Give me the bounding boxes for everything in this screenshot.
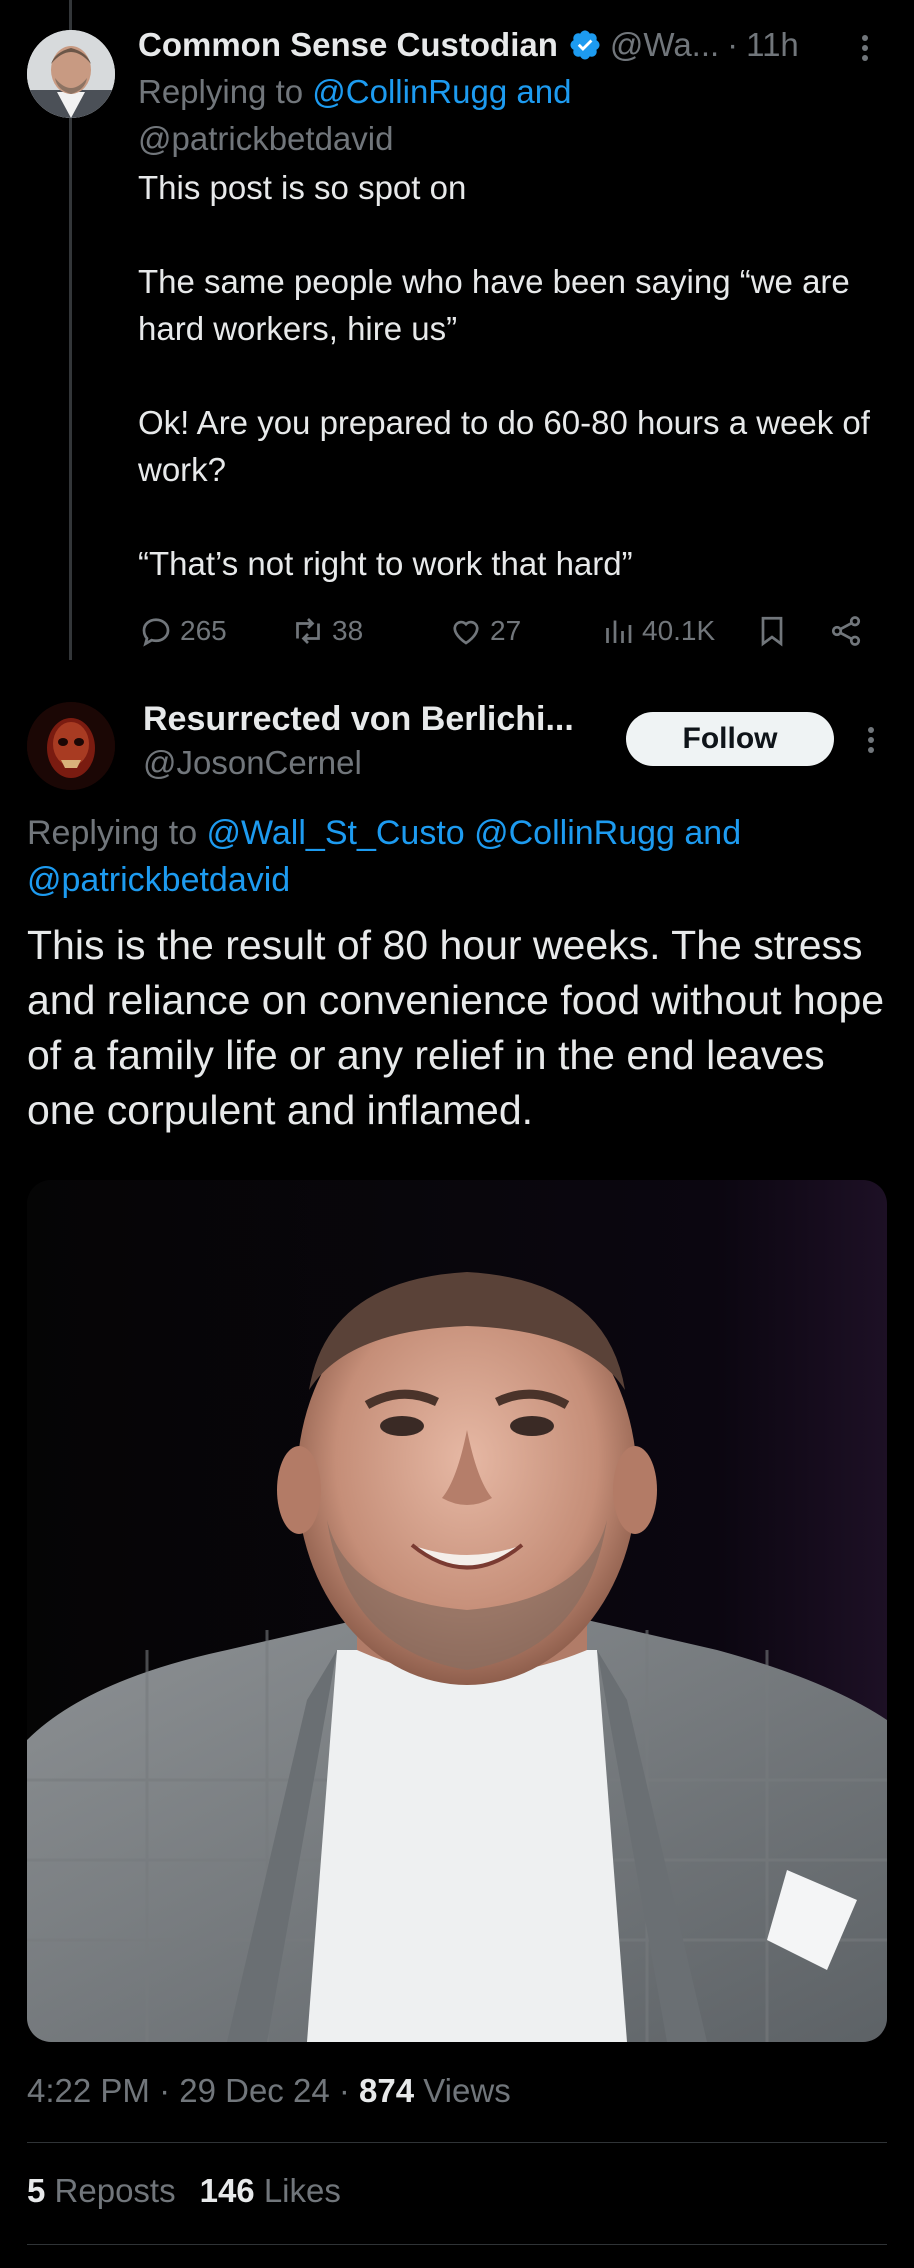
- like-button[interactable]: 27: [448, 606, 521, 656]
- replying-prefix: Replying to: [138, 73, 313, 110]
- reply-icon: [142, 618, 170, 647]
- repost-icon: [296, 618, 320, 644]
- reply-button[interactable]: 265: [138, 606, 227, 656]
- likes-stat[interactable]: 146 Likes: [200, 2172, 341, 2209]
- share-icon: [831, 616, 861, 646]
- verified-badge-icon[interactable]: [568, 28, 602, 62]
- replying-to: Replying to @CollinRugg and: [138, 68, 878, 115]
- display-name[interactable]: Common Sense Custodian: [138, 26, 558, 64]
- likes-label: Likes: [263, 2172, 341, 2209]
- tweet-paragraph: The same people who have been saying “we…: [138, 263, 850, 347]
- replying-to: Replying to @Wall_St_Custo @CollinRugg a…: [27, 810, 887, 904]
- photo-of-man: [27, 1180, 887, 2042]
- reply-count: 265: [180, 615, 227, 646]
- replying-handles-link[interactable]: @CollinRugg and: [312, 73, 571, 110]
- likes-count: 146: [199, 2172, 255, 2209]
- replying-handles-link-2[interactable]: @patrickbetdavid: [138, 115, 878, 162]
- tweet-actions-bar: 265 38 27 40.1K: [138, 606, 878, 656]
- more-icon: [862, 35, 868, 61]
- views-count: 874: [359, 2072, 415, 2109]
- tweet-text: This post is so spot on The same people …: [138, 164, 878, 587]
- tweet-date[interactable]: 29 Dec 24: [179, 2072, 329, 2109]
- handle[interactable]: @Wa...: [610, 26, 719, 64]
- views-icon: [606, 620, 632, 643]
- repost-count: 38: [332, 615, 364, 646]
- separator: ·: [727, 26, 739, 63]
- bookmark-button[interactable]: [754, 606, 796, 656]
- views-label: Views: [423, 2072, 511, 2109]
- more-icon: [868, 727, 874, 753]
- follow-button[interactable]: Follow: [626, 712, 834, 766]
- repost-button[interactable]: 38: [290, 606, 363, 656]
- views-button[interactable]: 40.1K: [600, 606, 715, 656]
- like-icon: [453, 620, 479, 645]
- bookmark-icon: [761, 616, 783, 647]
- tweet-image[interactable]: [27, 1180, 887, 2042]
- replying-handles-link[interactable]: @Wall_St_Custo @CollinRugg and: [207, 814, 742, 852]
- tweet-time[interactable]: 4:22 PM: [27, 2072, 150, 2109]
- parent-tweet[interactable]: Common Sense Custodian @Wa... · 11h Repl…: [138, 22, 878, 587]
- replying-prefix: Replying to: [27, 814, 207, 852]
- tweet-paragraph: “That’s not right to work that hard”: [138, 545, 633, 582]
- reposts-count: 5: [27, 2172, 46, 2209]
- more-options-button[interactable]: [858, 722, 884, 763]
- divider: [27, 2244, 887, 2245]
- separator: ·: [159, 2072, 171, 2109]
- reposts-label: Reposts: [54, 2172, 176, 2209]
- handle[interactable]: @JosonCernel: [143, 744, 362, 782]
- tweet-paragraph: This post is so spot on: [138, 169, 467, 206]
- separator: ·: [338, 2072, 350, 2109]
- more-options-button[interactable]: [852, 30, 878, 71]
- reposts-stat[interactable]: 5 Reposts: [27, 2172, 176, 2209]
- avatar-image: [27, 30, 115, 118]
- tweet-metadata: 4:22 PM · 29 Dec 24 · 874 Views: [27, 2072, 511, 2110]
- like-count: 27: [490, 615, 522, 646]
- replying-handles-link-2[interactable]: @patrickbetdavid: [27, 861, 290, 899]
- views-count: 40.1K: [642, 615, 716, 646]
- tweet-text: This is the result of 80 hour weeks. The…: [27, 922, 885, 1133]
- avatar-image: [27, 702, 115, 790]
- avatar[interactable]: [27, 30, 115, 118]
- engagement-stats: 5 Reposts 146 Likes: [27, 2172, 341, 2210]
- divider: [27, 2142, 887, 2143]
- tweet-paragraph: Ok! Are you prepared to do 60-80 hours a…: [138, 404, 870, 488]
- timestamp[interactable]: 11h: [746, 26, 799, 64]
- display-name[interactable]: Resurrected von Berlichi...: [143, 700, 574, 739]
- share-button[interactable]: [828, 606, 870, 656]
- tweet-header: Common Sense Custodian @Wa... · 11h: [138, 22, 878, 68]
- avatar[interactable]: [27, 702, 115, 790]
